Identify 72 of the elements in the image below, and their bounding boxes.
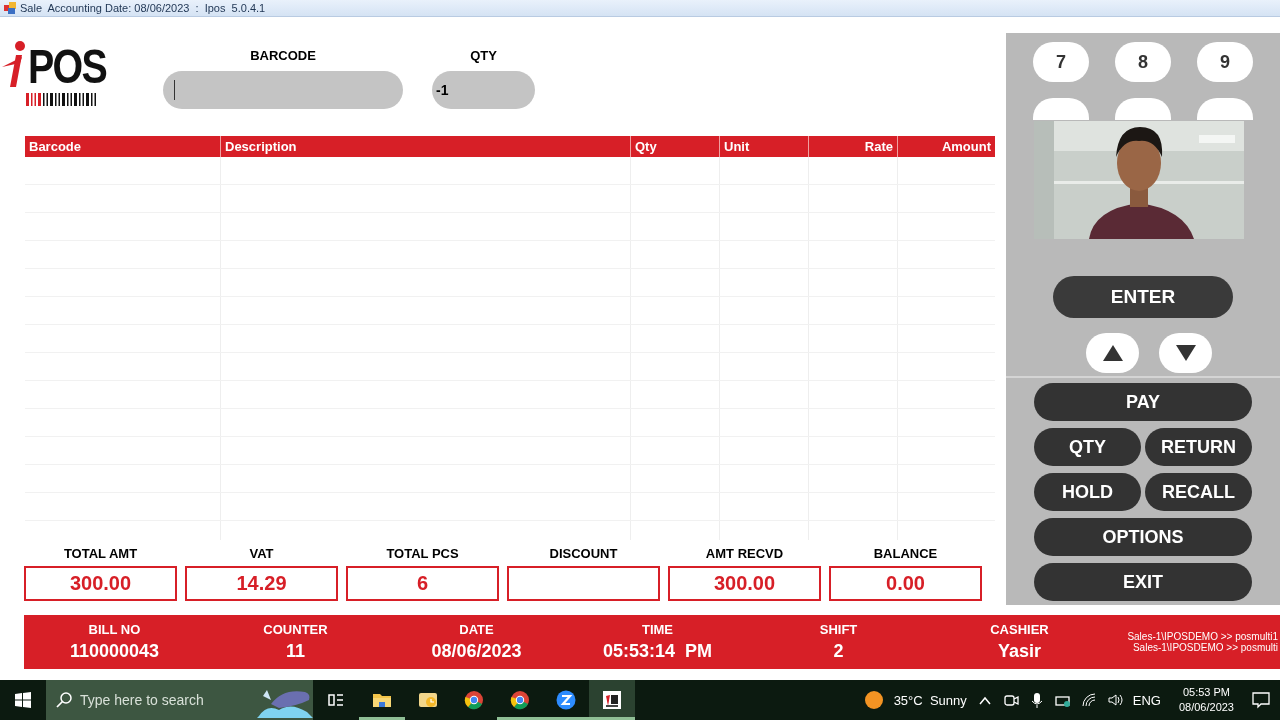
total-label: DISCOUNT xyxy=(549,546,618,561)
app-logo-icon xyxy=(602,690,622,710)
info-label: SHIFT xyxy=(819,622,858,637)
field-label: BARCODE xyxy=(250,48,316,63)
column-header[interactable]: Description xyxy=(220,136,630,157)
clock-date[interactable]: 08/06/2023 xyxy=(1178,700,1234,715)
action-button[interactable]: RECALL xyxy=(1145,473,1252,511)
field-label: QTY xyxy=(470,48,497,63)
app-icon xyxy=(4,2,16,14)
action-button[interactable]: RETURN xyxy=(1145,428,1252,466)
column-header[interactable]: Amount xyxy=(897,136,995,157)
window-title: Sale Accounting Date: 08/06/2023 : Ipos 5.0.4.1 xyxy=(20,2,266,14)
action-button[interactable]: QTY xyxy=(1034,428,1141,466)
notification-icon[interactable] xyxy=(1252,691,1270,709)
calendar-icon xyxy=(418,690,438,710)
clock-time[interactable]: 05:53 PM xyxy=(1182,685,1230,700)
action-button[interactable]: EXIT xyxy=(1034,563,1252,601)
info-value: 11 xyxy=(286,641,305,662)
total-label: AMT RECVD xyxy=(705,546,784,561)
info-label: DATE xyxy=(459,622,494,637)
number-key[interactable]: 9 xyxy=(1197,42,1253,82)
total-value: 0.00 xyxy=(829,566,982,601)
language-indicator[interactable]: ENG xyxy=(1132,692,1161,708)
up-arrow-button[interactable] xyxy=(1086,333,1139,373)
number-key[interactable]: 7 xyxy=(1033,42,1089,82)
camera-icon[interactable] xyxy=(1002,692,1019,708)
info-label: COUNTER xyxy=(263,622,328,637)
info-value: 110000043 xyxy=(69,641,160,662)
action-button[interactable]: OPTIONS xyxy=(1034,518,1252,556)
total-value: 300.00 xyxy=(668,566,821,601)
search-field[interactable]: Type here to search xyxy=(46,680,313,720)
weather-text: 35°C Sunny xyxy=(893,692,967,708)
total-value: 300.00 xyxy=(24,566,177,601)
sun-icon xyxy=(863,690,884,710)
search-icon xyxy=(56,692,72,708)
speaker-icon[interactable] xyxy=(1106,692,1123,708)
taskbar-app[interactable] xyxy=(589,680,635,720)
column-header[interactable]: Rate xyxy=(808,136,897,157)
number-key[interactable]: 8 xyxy=(1115,42,1171,82)
total-label: TOTAL AMT xyxy=(63,546,138,561)
info-value: Yasir xyxy=(997,641,1041,662)
enter-button[interactable]: ENTER xyxy=(1053,276,1233,318)
column-header[interactable]: Unit xyxy=(719,136,808,157)
total-label: VAT xyxy=(249,546,274,561)
column-header[interactable]: Barcode xyxy=(25,136,220,157)
qty-field[interactable]: -1 xyxy=(432,71,535,109)
barcode-icon xyxy=(24,93,98,106)
info-value: 05:53:14 PM xyxy=(602,641,713,662)
total-value: 14.29 xyxy=(185,566,338,601)
down-arrow-icon xyxy=(1175,345,1196,361)
windows-icon xyxy=(15,692,31,708)
wifi-icon[interactable] xyxy=(1080,692,1097,708)
info-value: 08/06/2023 xyxy=(431,641,522,662)
info-label: CASHIER xyxy=(990,622,1049,637)
info-label: TIME xyxy=(641,622,674,637)
action-button[interactable]: PAY xyxy=(1034,383,1252,421)
chrome-icon xyxy=(464,690,484,710)
session-text: Sales-1\IPOSDEMO >> posmulti1 xyxy=(1127,631,1278,642)
chrome-icon xyxy=(510,690,530,710)
total-value: 6 xyxy=(346,566,499,601)
info-label: BILL NO xyxy=(88,622,141,637)
info-value: 2 xyxy=(833,641,844,662)
barcode-field[interactable] xyxy=(163,71,403,109)
total-label: TOTAL PCS xyxy=(386,546,459,561)
down-arrow-button[interactable] xyxy=(1159,333,1212,373)
up-arrow-icon xyxy=(1102,345,1123,361)
zoom-icon xyxy=(556,690,576,710)
column-header[interactable]: Qty xyxy=(630,136,719,157)
session-text: Sales-1\IPOSDEMO >> posmulti xyxy=(1132,642,1278,653)
total-label: BALANCE xyxy=(873,546,938,561)
logo-text: POS xyxy=(28,45,107,89)
action-button[interactable]: HOLD xyxy=(1034,473,1141,511)
